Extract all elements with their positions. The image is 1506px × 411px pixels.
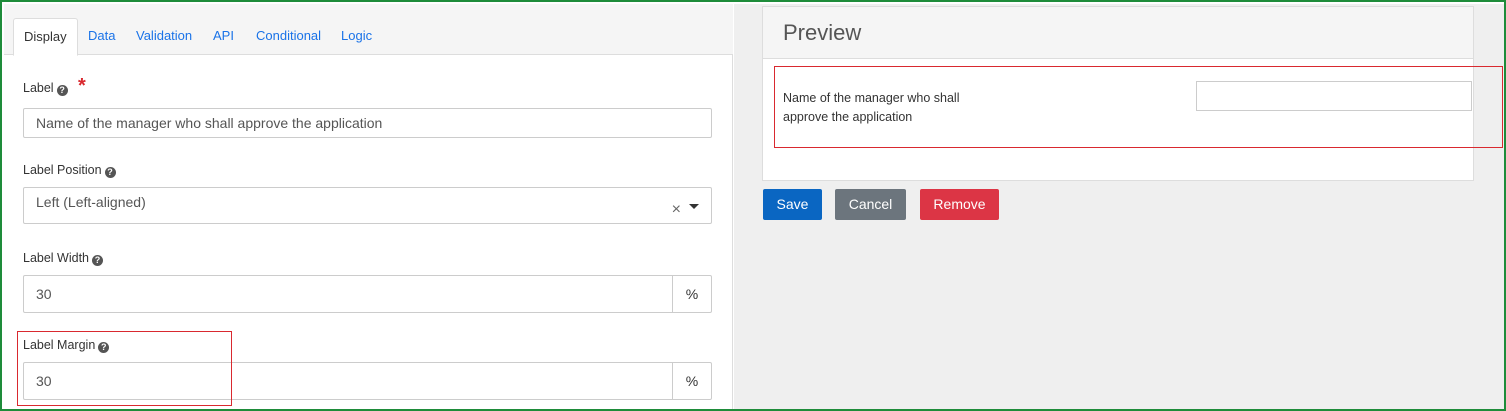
label-position-field-label: Label Position?	[23, 163, 116, 178]
percent-addon: %	[672, 276, 711, 312]
save-button[interactable]: Save	[763, 189, 822, 220]
label-width-input[interactable]: 30 %	[23, 275, 712, 313]
preview-header: Preview	[763, 7, 1473, 59]
help-icon[interactable]: ?	[56, 85, 68, 96]
label-input[interactable]: Name of the manager who shall approve th…	[23, 108, 712, 138]
tab-validation[interactable]: Validation	[126, 18, 202, 55]
label-width-value: 30	[36, 286, 52, 302]
cancel-button[interactable]: Cancel	[835, 189, 906, 220]
tab-api[interactable]: API	[203, 18, 244, 55]
label-margin-highlight	[17, 331, 232, 406]
required-marker: *	[78, 75, 86, 97]
app-frame: Display Data Validation API Conditional …	[0, 0, 1506, 411]
remove-button[interactable]: Remove	[920, 189, 999, 220]
tab-conditional[interactable]: Conditional	[246, 18, 331, 55]
label-width-field-label: Label Width?	[23, 251, 104, 266]
chevron-down-icon[interactable]	[689, 204, 699, 209]
label-position-select[interactable]: Left (Left-aligned) ×	[23, 187, 712, 224]
tab-data[interactable]: Data	[78, 18, 125, 55]
help-icon[interactable]: ?	[92, 255, 104, 266]
label-position-value: Left (Left-aligned)	[36, 194, 146, 210]
help-icon[interactable]: ?	[104, 167, 116, 178]
settings-panel: Display Data Validation API Conditional …	[4, 4, 733, 409]
preview-field-highlight	[774, 66, 1503, 148]
preview-title: Preview	[783, 20, 862, 45]
preview-panel: Preview Name of the manager who shall ap…	[734, 4, 1504, 409]
label-field-label: Label?	[23, 81, 68, 96]
percent-addon: %	[672, 363, 711, 399]
clear-icon[interactable]: ×	[672, 196, 681, 224]
settings-tabs: Display Data Validation API Conditional …	[4, 4, 733, 56]
tab-logic[interactable]: Logic	[331, 18, 382, 55]
tab-display[interactable]: Display	[13, 18, 78, 56]
